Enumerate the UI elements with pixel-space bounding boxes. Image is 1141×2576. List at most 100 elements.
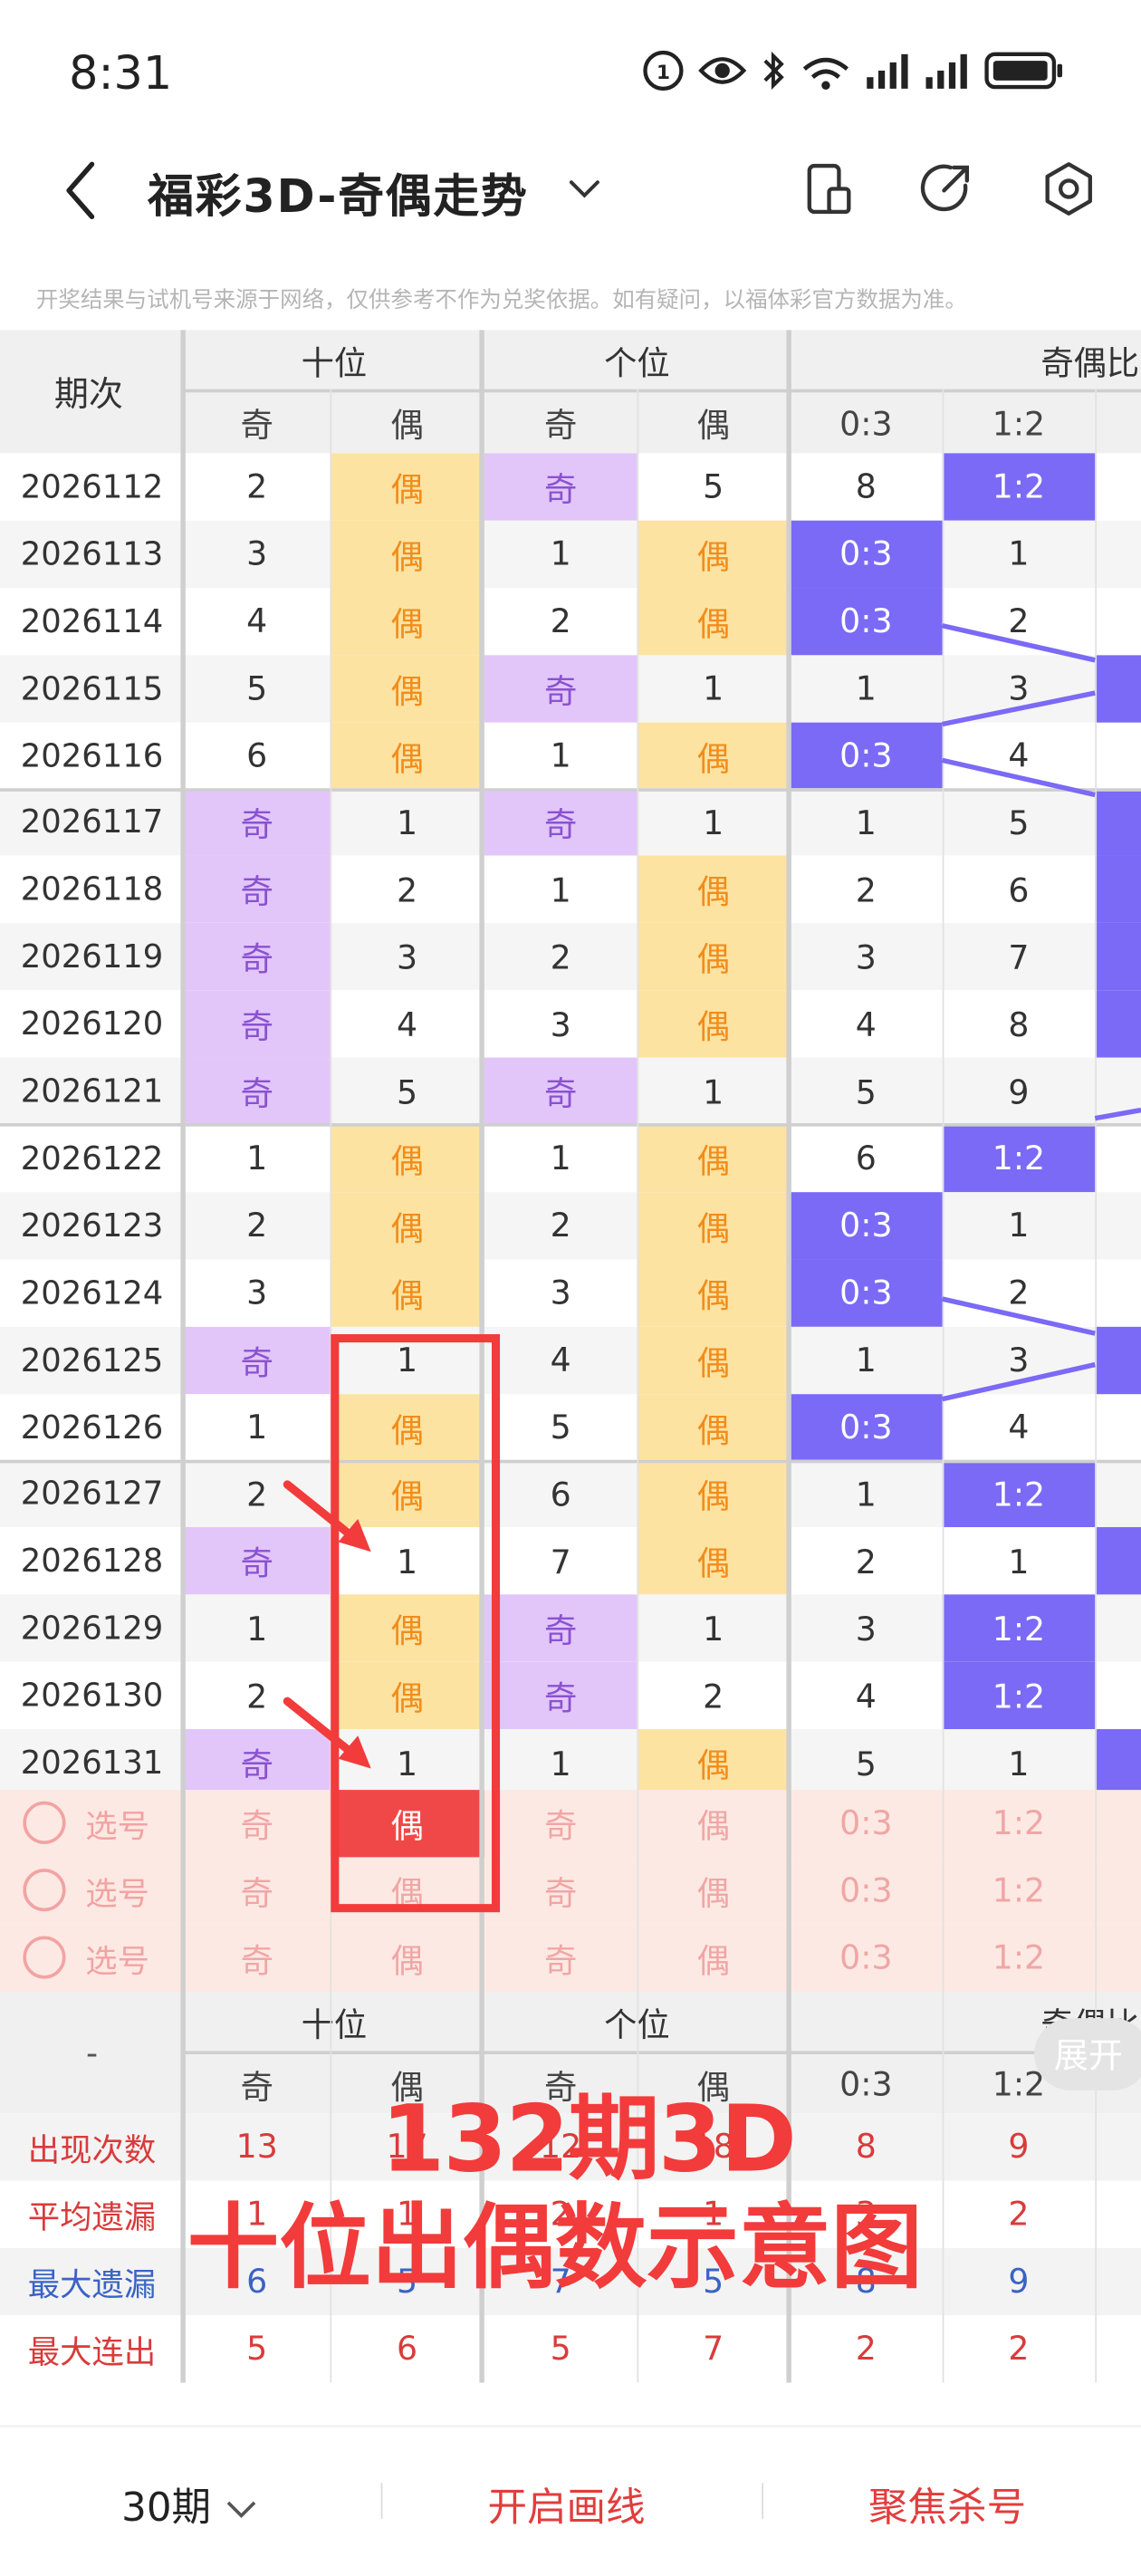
pick-cell[interactable]: 偶 (637, 1790, 790, 1857)
table-cell: 2 (246, 1206, 268, 1245)
divider (762, 2483, 764, 2520)
table-cell: 1:2 (942, 1124, 1096, 1193)
period-cell: 2026116 (20, 736, 164, 774)
table-cell: 1 (703, 803, 724, 842)
draw-line-button[interactable]: 开启画线 (487, 2475, 645, 2532)
table-cell: 2 (246, 1676, 268, 1716)
table-cell: 偶 (637, 1393, 791, 1461)
table-cell: 3 (1008, 1340, 1030, 1380)
pick-cell[interactable]: 奇 (184, 1924, 330, 1991)
table-cell: 4 (1008, 1407, 1030, 1447)
table-cell: 6 (550, 1474, 571, 1514)
table-cell: 偶 (330, 520, 484, 588)
table-cell: 3 (855, 937, 877, 977)
table-cell: 偶 (637, 923, 791, 991)
pick-cell[interactable]: 偶 (330, 1924, 484, 1991)
pick-row-label[interactable]: 选号 (0, 1857, 184, 1924)
table-cell: 奇 (484, 1057, 638, 1125)
period-select[interactable]: 30期 (121, 2475, 257, 2532)
back-arrow-icon[interactable] (56, 158, 105, 224)
expand-button[interactable]: 展开 (1034, 2018, 1141, 2091)
pick-cell[interactable]: 奇 (484, 1790, 638, 1857)
table-cell: 8 (855, 466, 877, 507)
table-cell: 1 (703, 668, 724, 708)
group-divider (0, 787, 1141, 791)
table-cell: 奇 (184, 789, 331, 857)
stat-cell: 9 (1008, 2127, 1030, 2167)
table-cell: 0:3 (790, 1393, 943, 1461)
pick-cell[interactable]: 偶 (637, 1924, 790, 1991)
table-cell: 2 (1008, 601, 1030, 641)
status-icons: 1 (642, 49, 1066, 91)
table-cell: 6 (1008, 870, 1030, 910)
ratio-21-mark (1095, 856, 1141, 924)
stat-label: 最大遗漏 (27, 2265, 157, 2304)
period-cell: 2026130 (20, 1677, 164, 1715)
pick-row-label[interactable]: 选号 (0, 1924, 184, 1991)
table-cell: 1 (1008, 533, 1030, 574)
radio-circle-icon[interactable] (23, 1802, 66, 1845)
pick-cell[interactable]: 偶 (330, 1857, 484, 1924)
radio-circle-icon[interactable] (23, 1869, 66, 1912)
settings-icon[interactable] (1040, 161, 1097, 217)
period-cell: 2026113 (20, 534, 164, 573)
table-cell: 2 (550, 601, 571, 641)
table-cell: 9 (1008, 1072, 1030, 1111)
table-cell: 1 (246, 1407, 268, 1447)
table-cell: 0:3 (790, 587, 943, 655)
pick-cell[interactable]: 0:3 (790, 1857, 943, 1924)
period-cell: 2026119 (20, 937, 164, 976)
table-cell: 偶 (637, 1326, 791, 1394)
chevron-down-icon[interactable] (566, 171, 602, 207)
table-cell: 偶 (637, 1259, 791, 1327)
table-cell: 6 (246, 735, 268, 775)
period-header[interactable]: 期次 (0, 330, 184, 453)
table-cell: 4 (397, 1004, 418, 1044)
pick-cell[interactable]: 0:3 (790, 1790, 943, 1857)
pick-cell[interactable]: 奇 (484, 1924, 638, 1991)
ratio-21-mark (1095, 789, 1141, 857)
device-switch-icon[interactable] (801, 161, 858, 217)
page-title[interactable]: 福彩3D-奇偶走势 (148, 161, 528, 227)
share-icon[interactable] (919, 161, 975, 217)
table-cell: 2 (550, 1206, 571, 1245)
pick-cell[interactable]: 偶 (330, 1790, 484, 1858)
pick-cell[interactable]: 1:2 (943, 1924, 1096, 1991)
table-cell: 偶 (330, 1594, 484, 1663)
pick-cell[interactable]: 奇 (184, 1857, 330, 1924)
table-cell: 偶 (330, 1192, 484, 1260)
table-cell: 1 (550, 1139, 571, 1178)
bluetooth-icon (763, 51, 784, 91)
pick-cell[interactable]: 1:2 (943, 1790, 1096, 1857)
table-cell: 1:2 (942, 1460, 1096, 1528)
subheader: 奇 (543, 405, 578, 446)
subheader: 偶 (390, 405, 424, 446)
table-cell: 1 (550, 870, 571, 910)
pick-row-label[interactable]: 选号 (0, 1790, 184, 1857)
table-cell: 4 (550, 1340, 571, 1380)
signal-icon-1 (867, 53, 908, 89)
table-cell: 0:3 (790, 1192, 943, 1260)
period-cell: 2026120 (20, 1004, 164, 1043)
table-cell: 1 (550, 735, 571, 775)
table-cell: 8 (1008, 1004, 1030, 1044)
pick-cell[interactable]: 0:3 (790, 1924, 943, 1991)
pick-cell[interactable]: 1:2 (943, 1857, 1096, 1924)
pick-cell[interactable]: 奇 (184, 1790, 330, 1857)
table-cell: 2 (855, 870, 877, 910)
table-cell: 1 (855, 1340, 877, 1380)
table-cell: 1:2 (942, 1594, 1096, 1663)
table-cell: 5 (855, 1743, 877, 1783)
table-cell: 1 (550, 533, 571, 574)
ratio-21-mark (1095, 1326, 1141, 1394)
group-header: 个位 (604, 342, 670, 382)
table-cell: 1 (246, 1609, 268, 1648)
divider (380, 2483, 383, 2520)
pick-cell[interactable]: 奇 (484, 1857, 638, 1924)
radio-circle-icon[interactable] (23, 1936, 66, 1980)
stat-cell: 9 (1008, 2261, 1030, 2302)
period-select-label: 30期 (121, 2484, 212, 2531)
focus-kill-button[interactable]: 聚焦杀号 (868, 2475, 1026, 2532)
stat-cell: 5 (550, 2328, 571, 2369)
pick-cell[interactable]: 偶 (637, 1857, 790, 1924)
